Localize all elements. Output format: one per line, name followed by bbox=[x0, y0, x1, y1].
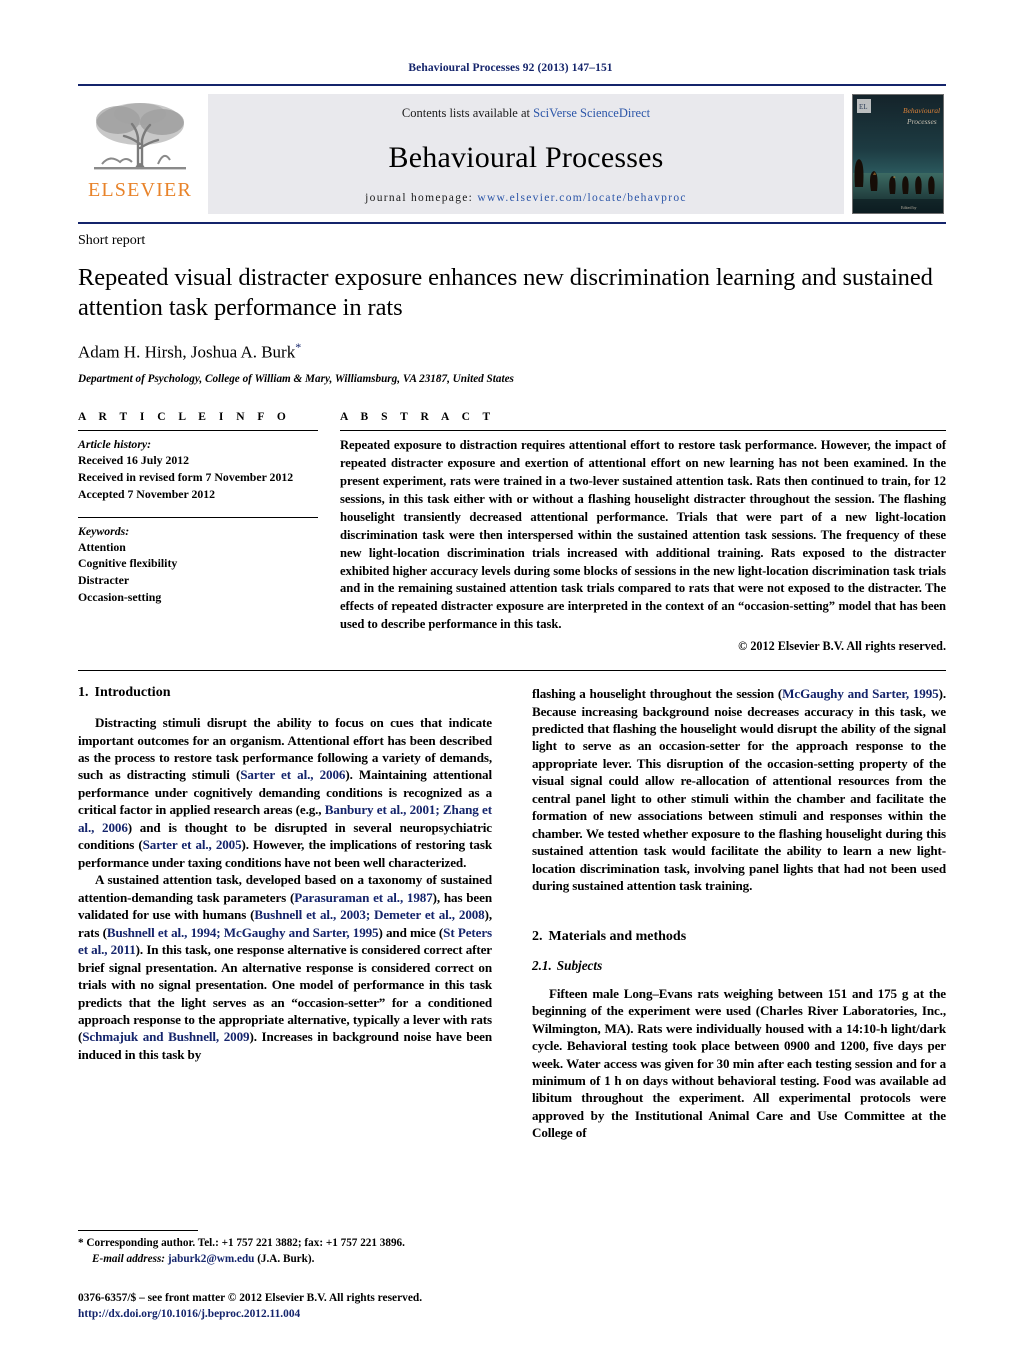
citation-link[interactable]: Schmajuk and Bushnell, 2009 bbox=[82, 1029, 249, 1044]
cover-artwork: EL Behavioural Processes Edited by bbox=[853, 95, 943, 213]
citation-link[interactable]: Sarter et al., 2006 bbox=[240, 767, 345, 782]
article-info-column: A R T I C L E I N F O Article history: R… bbox=[78, 411, 340, 605]
intro-paragraph-3: flashing a houselight throughout the ses… bbox=[532, 685, 946, 895]
journal-banner: ELSEVIER Contents lists available at Sci… bbox=[78, 84, 946, 214]
section-heading-materials-and-methods: 2. Materials and methods bbox=[532, 929, 946, 945]
issn-doi-block: 0376-6357/$ – see front matter © 2012 El… bbox=[78, 1290, 538, 1323]
journal-cover: EL Behavioural Processes Edited by bbox=[850, 94, 946, 214]
body-column-right: flashing a houselight throughout the ses… bbox=[532, 685, 946, 1142]
section-title: Materials and methods bbox=[548, 928, 687, 944]
keyword-item: Attention bbox=[78, 539, 126, 554]
history-accepted: Accepted 7 November 2012 bbox=[78, 486, 216, 501]
subsection-number: 2.1. bbox=[532, 957, 552, 973]
svg-text:Edited by: Edited by bbox=[901, 205, 916, 210]
elsevier-wordmark: ELSEVIER bbox=[87, 179, 193, 201]
elsevier-tree-icon bbox=[94, 103, 186, 170]
journal-homepage-line: journal homepage: www.elsevier.com/locat… bbox=[365, 192, 687, 204]
keywords-rule bbox=[78, 516, 318, 518]
authors-names: Adam H. Hirsh, Joshua A. Burk bbox=[78, 342, 296, 362]
intro-paragraph-2: A sustained attention task, developed ba… bbox=[78, 871, 492, 1063]
abstract-heading: A B S T R A C T bbox=[340, 411, 496, 424]
citation-link[interactable]: Parasuraman et al., 1987 bbox=[294, 890, 433, 905]
article-info-rule bbox=[78, 430, 318, 432]
intro-paragraph-1: Distracting stimuli disrupt the ability … bbox=[78, 714, 492, 871]
keywords-label: Keywords: bbox=[78, 523, 130, 538]
corresponding-author-note: * Corresponding author. Tel.: +1 757 221… bbox=[78, 1236, 478, 1267]
sciencedirect-link[interactable]: SciVerse ScienceDirect bbox=[533, 106, 650, 120]
svg-text:Processes: Processes bbox=[906, 117, 937, 126]
email-label: E-mail address: bbox=[92, 1252, 166, 1265]
keyword-item: Cognitive flexibility bbox=[78, 556, 178, 571]
abstract-text: Repeated exposure to distraction require… bbox=[340, 438, 946, 632]
footnote-rule bbox=[78, 1230, 198, 1232]
history-received: Received 16 July 2012 bbox=[78, 453, 190, 468]
history-revised: Received in revised form 7 November 2012 bbox=[78, 470, 294, 485]
section-heading-introduction: 1. Introduction bbox=[78, 685, 492, 701]
doi-link[interactable]: http://dx.doi.org/10.1016/j.beproc.2012.… bbox=[78, 1306, 538, 1323]
abstract-rule bbox=[340, 430, 946, 432]
issn-line: 0376-6357/$ – see front matter © 2012 El… bbox=[78, 1291, 423, 1304]
subsection-heading-subjects: 2.1. Subjects bbox=[532, 958, 946, 974]
keyword-item: Distracter bbox=[78, 573, 130, 588]
page-title: Repeated visual distracter exposure enha… bbox=[78, 264, 933, 322]
citation-link[interactable]: Bushnell et al., 1994; McGaughy and Sart… bbox=[107, 925, 379, 940]
text-run: ). Because increasing background noise d… bbox=[532, 686, 946, 894]
subsection-title: Subjects bbox=[556, 957, 603, 973]
citation-link[interactable]: McGaughy and Sarter, 1995 bbox=[782, 686, 939, 701]
title-block: Short report Repeated visual distracter … bbox=[78, 224, 946, 385]
keyword-item: Occasion-setting bbox=[78, 589, 162, 604]
running-head: Behavioural Processes 92 (2013) 147–151 bbox=[408, 62, 613, 74]
text-run: ) and mice ( bbox=[378, 924, 444, 940]
footnote-block: * Corresponding author. Tel.: +1 757 221… bbox=[78, 1230, 478, 1267]
affiliation: Department of Psychology, College of Wil… bbox=[78, 373, 514, 386]
abstract-copyright: © 2012 Elsevier B.V. All rights reserved… bbox=[738, 639, 946, 654]
email-link[interactable]: jaburk2@wm.edu bbox=[168, 1253, 255, 1265]
homepage-prefix: journal homepage: bbox=[365, 192, 478, 204]
body-top-rule bbox=[78, 670, 946, 672]
text-run: flashing a houselight throughout the ses… bbox=[532, 686, 783, 702]
contents-prefix: Contents lists available at bbox=[401, 106, 534, 120]
svg-text:Behavioural: Behavioural bbox=[903, 106, 940, 115]
corresponding-author-marker: * bbox=[295, 339, 302, 354]
subjects-paragraph-1: Fifteen male Long–Evans rats weighing be… bbox=[532, 985, 946, 1141]
svg-text:EL: EL bbox=[859, 103, 868, 111]
section-title: Introduction bbox=[94, 685, 171, 701]
citation-link[interactable]: Sarter et al., 2005 bbox=[143, 837, 242, 852]
email-suffix: (J.A. Burk). bbox=[254, 1252, 315, 1265]
elsevier-logo: ELSEVIER bbox=[78, 94, 202, 214]
body-column-left: 1. Introduction Distracting stimuli disru… bbox=[78, 685, 492, 1063]
section-number: 1. bbox=[78, 685, 89, 701]
contents-available-line: Contents lists available at SciVerse Sci… bbox=[402, 106, 650, 121]
abstract-column: A B S T R A C T Repeated exposure to dis… bbox=[340, 411, 946, 654]
corresponding-author-text: Corresponding author. Tel.: +1 757 221 3… bbox=[83, 1237, 405, 1250]
banner-center: Contents lists available at SciVerse Sci… bbox=[208, 94, 844, 214]
citation-link[interactable]: Bushnell et al., 2003; Demeter et al., 2… bbox=[254, 907, 484, 922]
info-abstract-region: A R T I C L E I N F O Article history: R… bbox=[78, 411, 946, 654]
article-history-label: Article history: bbox=[78, 437, 152, 452]
body-columns: 1. Introduction Distracting stimuli disru… bbox=[78, 685, 946, 1142]
journal-article-page: Behavioural Processes 92 (2013) 147–151 … bbox=[0, 0, 1021, 1351]
article-type-label: Short report bbox=[78, 233, 146, 248]
journal-cover-thumbnail: EL Behavioural Processes Edited by bbox=[852, 94, 944, 214]
homepage-url-link[interactable]: www.elsevier.com/locate/behavproc bbox=[477, 192, 686, 204]
section-number: 2. bbox=[532, 928, 543, 944]
journal-title: Behavioural Processes bbox=[388, 140, 664, 174]
article-info-heading: A R T I C L E I N F O bbox=[78, 411, 291, 424]
author-list: Adam H. Hirsh, Joshua A. Burk* bbox=[78, 340, 946, 363]
